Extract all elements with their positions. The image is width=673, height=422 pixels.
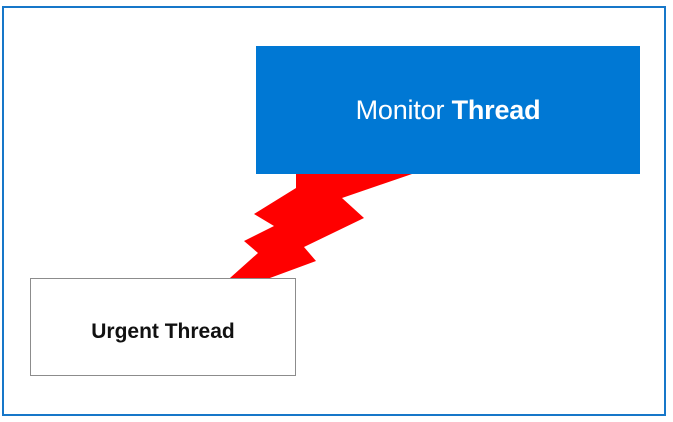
- urgent-thread-label: Urgent Thread: [91, 320, 235, 343]
- monitor-thread-label-word1: Monitor: [355, 94, 445, 125]
- urgent-thread-box: Urgent Thread: [30, 278, 296, 376]
- monitor-thread-box: Monitor Thread: [256, 46, 640, 174]
- monitor-thread-label-word2: Thread: [451, 94, 541, 125]
